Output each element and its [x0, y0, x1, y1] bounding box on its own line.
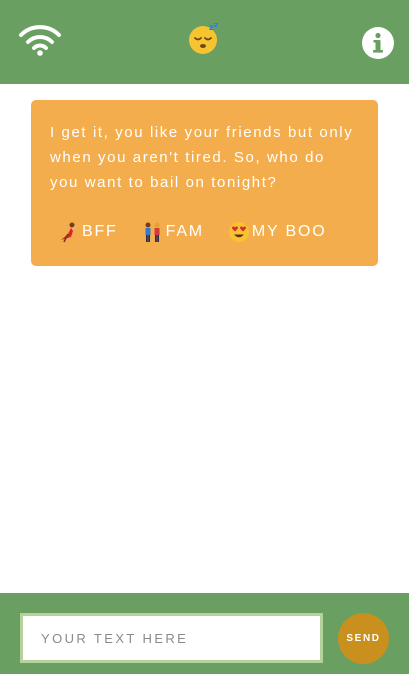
sleeping-face-icon: z z [187, 21, 221, 55]
send-button[interactable]: SEND [338, 613, 389, 664]
option-bff[interactable]: BFF [58, 221, 118, 243]
option-label: BFF [82, 223, 118, 240]
dancer-icon [58, 221, 80, 243]
heart-eyes-icon [228, 221, 250, 243]
svg-text:z: z [214, 21, 218, 29]
info-icon[interactable] [361, 26, 395, 60]
option-label: MY BOO [251, 223, 327, 240]
option-fam[interactable]: FAM [142, 221, 204, 243]
message-input[interactable] [20, 613, 323, 663]
chat-app: z z I get it, you like your friends but … [0, 0, 409, 674]
bot-message: I get it, you like your friends but only… [31, 100, 378, 266]
wifi-icon[interactable] [18, 24, 62, 56]
reply-options: BFF FAM MY BOO [58, 221, 350, 243]
option-label: FAM [165, 223, 204, 240]
family-icon [142, 221, 164, 243]
option-my-boo[interactable]: MY BOO [228, 221, 327, 243]
composer-bar: SEND [0, 593, 409, 674]
top-bar: z z [0, 0, 409, 84]
message-text: I get it, you like your friends but only… [50, 124, 354, 191]
